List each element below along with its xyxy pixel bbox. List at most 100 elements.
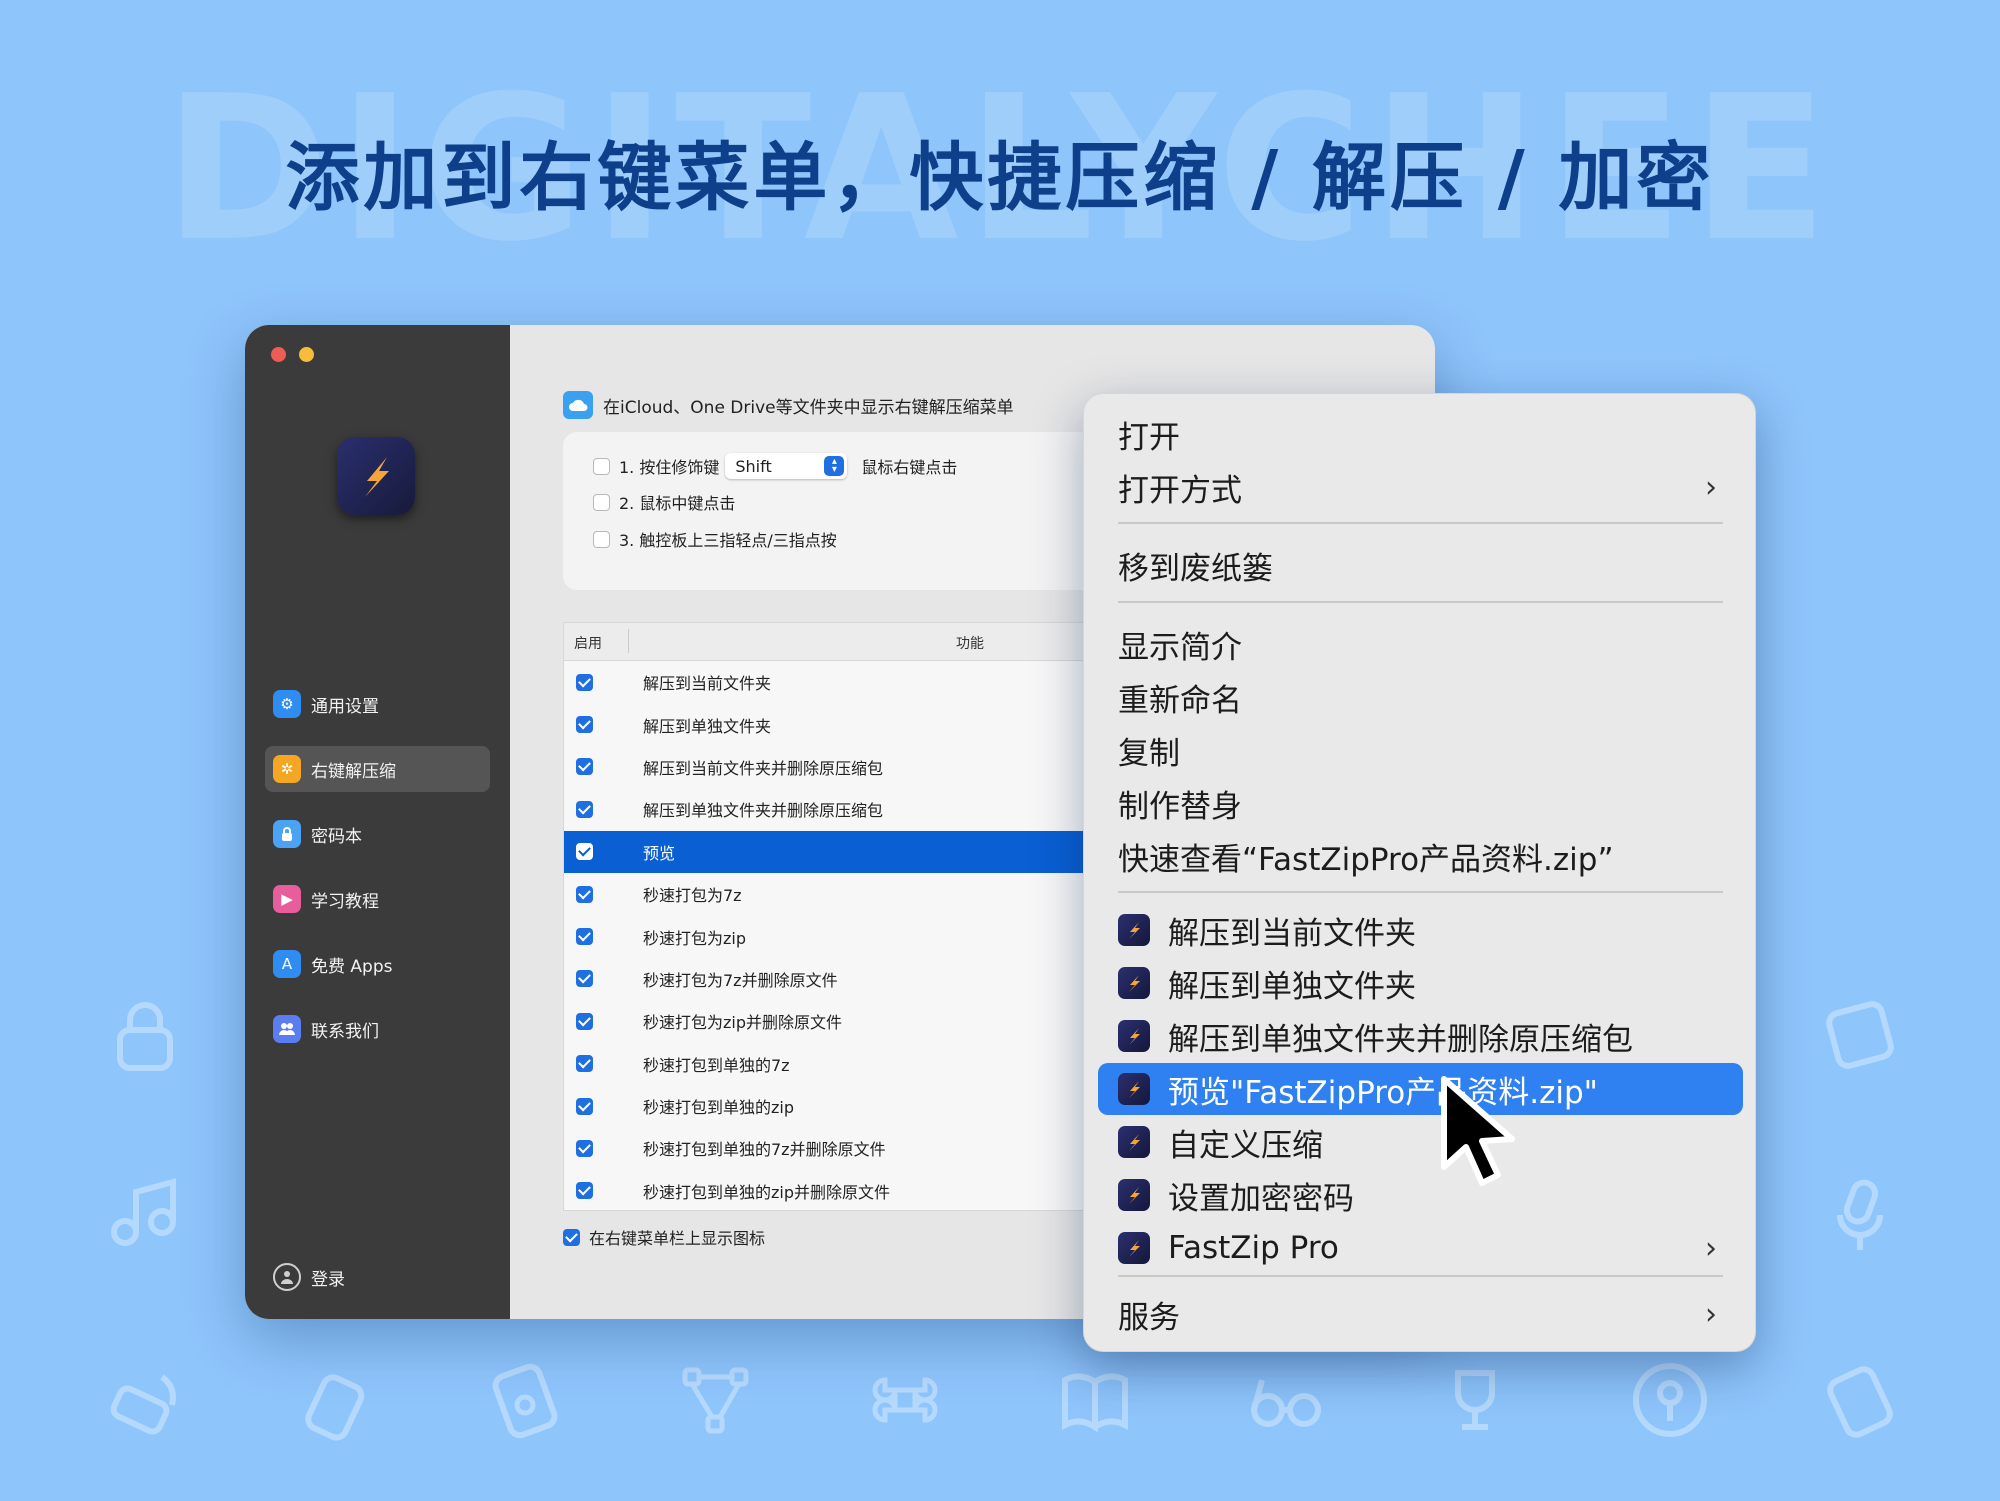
function-label: 秒速打包到单独的7z (643, 1055, 790, 1075)
sidebar-item-general-settings[interactable]: ⚙ 通用设置 (265, 681, 490, 727)
menu-item-label: FastZip Pro (1168, 1230, 1339, 1266)
sidebar-item-contact[interactable]: 联系我们 (265, 1006, 490, 1052)
enable-checkbox[interactable] (576, 970, 593, 988)
fastzip-app-icon (1118, 1126, 1150, 1158)
sidebar-item-label: 学习教程 (311, 891, 379, 912)
sidebar-item-label: 密码本 (311, 826, 362, 847)
menu-separator (1118, 522, 1723, 524)
menu-separator (1118, 891, 1723, 893)
floppy-icon (1815, 990, 1905, 1080)
select-value: Shift (735, 456, 772, 476)
sparkle-icon: ✲ (273, 755, 301, 783)
enable-checkbox[interactable] (576, 1012, 593, 1030)
column-header-function[interactable]: 功能 (956, 633, 984, 653)
menu-item-label: 设置加密密码 (1168, 1180, 1354, 1217)
minimize-window-button[interactable] (299, 347, 314, 362)
menu-item-label: 重新命名 (1118, 682, 1242, 719)
enable-checkbox[interactable] (576, 673, 593, 691)
show-icon-row[interactable]: 在右键菜单栏上显示图标 (563, 1225, 765, 1249)
menu-separator (1118, 601, 1723, 603)
enable-checkbox[interactable] (576, 1097, 593, 1115)
enable-checkbox[interactable] (576, 758, 593, 776)
option-label: 3. 触控板上三指轻点/三指点按 (619, 531, 837, 550)
context-menu: 打开 打开方式 › 移到废纸篓 显示简介 重新命名 复制 制作替身 快速查看“F… (1083, 393, 1756, 1352)
music-note-icon (100, 1170, 190, 1260)
icloud-icon (563, 391, 593, 419)
sd-card-icon (1815, 1355, 1905, 1445)
menu-item-copy[interactable]: 复制 (1098, 724, 1743, 776)
enable-checkbox[interactable] (576, 843, 593, 861)
fastzip-app-icon (1118, 1073, 1150, 1105)
lock-bg-icon (100, 990, 190, 1080)
show-icon-label: 在右键菜单栏上显示图标 (589, 1229, 766, 1248)
login-button[interactable]: 登录 (273, 1263, 345, 1291)
close-window-button[interactable] (271, 347, 286, 362)
menu-item-open[interactable]: 打开 (1098, 408, 1743, 460)
option-trackpad-tap[interactable]: 3. 触控板上三指轻点/三指点按 (593, 527, 837, 551)
menu-item-fastzip-3[interactable]: 预览"FastZipPro产品资料.zip" (1098, 1063, 1743, 1115)
enable-checkbox[interactable] (576, 1055, 593, 1073)
menu-item-fastzip-4[interactable]: 自定义压缩 (1098, 1116, 1743, 1168)
people-icon (273, 1015, 301, 1043)
wifi-router-icon (100, 1355, 190, 1445)
enable-checkbox[interactable] (576, 800, 593, 818)
headline: 添加到右键菜单，快捷压缩 / 解压 / 加密 (285, 135, 1715, 221)
menu-item-fastzip-5[interactable]: 设置加密密码 (1098, 1169, 1743, 1221)
sidebar-item-tutorials[interactable]: ▶ 学习教程 (265, 876, 490, 922)
enable-checkbox[interactable] (576, 928, 593, 946)
menu-item-label: 解压到单独文件夹 (1168, 968, 1416, 1005)
function-label: 解压到当前文件夹 (643, 674, 772, 694)
menu-item-services[interactable]: 服务 › (1098, 1288, 1743, 1340)
column-header-enable[interactable]: 启用 (574, 633, 602, 653)
menu-item-fastzip-2[interactable]: 解压到单独文件夹并删除原压缩包 (1098, 1010, 1743, 1062)
function-label: 秒速打包到单独的zip并删除原文件 (643, 1182, 891, 1202)
function-label: 预览 (643, 843, 676, 863)
cloud-toggle-row[interactable]: 在iCloud、One Drive等文件夹中显示右键解压缩菜单 (563, 391, 1014, 419)
menu-item-make-alias[interactable]: 制作替身 (1098, 777, 1743, 829)
sidebar-item-free-apps[interactable]: A 免费 Apps (265, 941, 490, 987)
modifier-key-select[interactable]: Shift ▴ ▾ (725, 453, 848, 479)
key-circle-icon (1625, 1355, 1715, 1445)
menu-item-label: 移到废纸篓 (1118, 550, 1273, 587)
menu-item-fastzip-1[interactable]: 解压到单独文件夹 (1098, 957, 1743, 1009)
sidebar-item-label: 联系我们 (311, 1021, 379, 1042)
menu-item-rename[interactable]: 重新命名 (1098, 671, 1743, 723)
menu-item-label: 打开 (1118, 419, 1180, 456)
function-label: 解压到单独文件夹并删除原压缩包 (643, 801, 884, 821)
enable-checkbox[interactable] (576, 1182, 593, 1200)
sidebar-item-context-menu[interactable]: ✲ 右键解压缩 (265, 746, 490, 792)
cloud-label: 在iCloud、One Drive等文件夹中显示右键解压缩菜单 (603, 397, 1014, 418)
lock-icon (273, 820, 301, 848)
option-checkbox[interactable] (593, 493, 610, 511)
option-checkbox[interactable] (593, 457, 610, 475)
enable-checkbox[interactable] (576, 716, 593, 734)
show-icon-checkbox[interactable] (563, 1228, 580, 1246)
login-label: 登录 (311, 1269, 345, 1290)
menu-item-open-with[interactable]: 打开方式 › (1098, 461, 1743, 513)
enable-checkbox[interactable] (576, 885, 593, 903)
option-modifier-key[interactable]: 1. 按住修饰键 Shift ▴ ▾ 鼠标右键点击 (593, 453, 957, 479)
function-label: 秒速打包为7z并删除原文件 (643, 970, 838, 990)
chevron-right-icon: › (1705, 469, 1717, 505)
menu-item-quick-look[interactable]: 快速查看“FastZipPro产品资料.zip” (1098, 830, 1743, 882)
enable-checkbox[interactable] (576, 1139, 593, 1157)
fastzip-app-icon (1118, 1179, 1150, 1211)
sidebar-item-password-book[interactable]: 密码本 (265, 811, 490, 857)
option-checkbox[interactable] (593, 530, 610, 548)
function-label: 秒速打包为zip (643, 928, 747, 948)
menu-item-get-info[interactable]: 显示简介 (1098, 618, 1743, 670)
menu-item-label: 显示简介 (1118, 629, 1242, 666)
option-label: 2. 鼠标中键点击 (619, 494, 736, 513)
document-lock-icon (480, 1355, 570, 1445)
menu-item-move-to-trash[interactable]: 移到废纸篓 (1098, 539, 1743, 591)
appstore-icon: A (273, 950, 301, 978)
mouse-pointer-icon (1441, 1076, 1515, 1186)
chevron-right-icon: › (1705, 1296, 1717, 1332)
gear-icon: ⚙ (273, 690, 301, 718)
menu-item-fastzip-0[interactable]: 解压到当前文件夹 (1098, 904, 1743, 956)
menu-item-label: 自定义压缩 (1168, 1127, 1323, 1164)
option-middle-click[interactable]: 2. 鼠标中键点击 (593, 490, 735, 514)
menu-item-fastzip-6[interactable]: FastZip Pro › (1098, 1222, 1743, 1274)
menu-item-label: 服务 (1118, 1299, 1180, 1336)
fastzip-app-icon (1118, 1232, 1150, 1264)
